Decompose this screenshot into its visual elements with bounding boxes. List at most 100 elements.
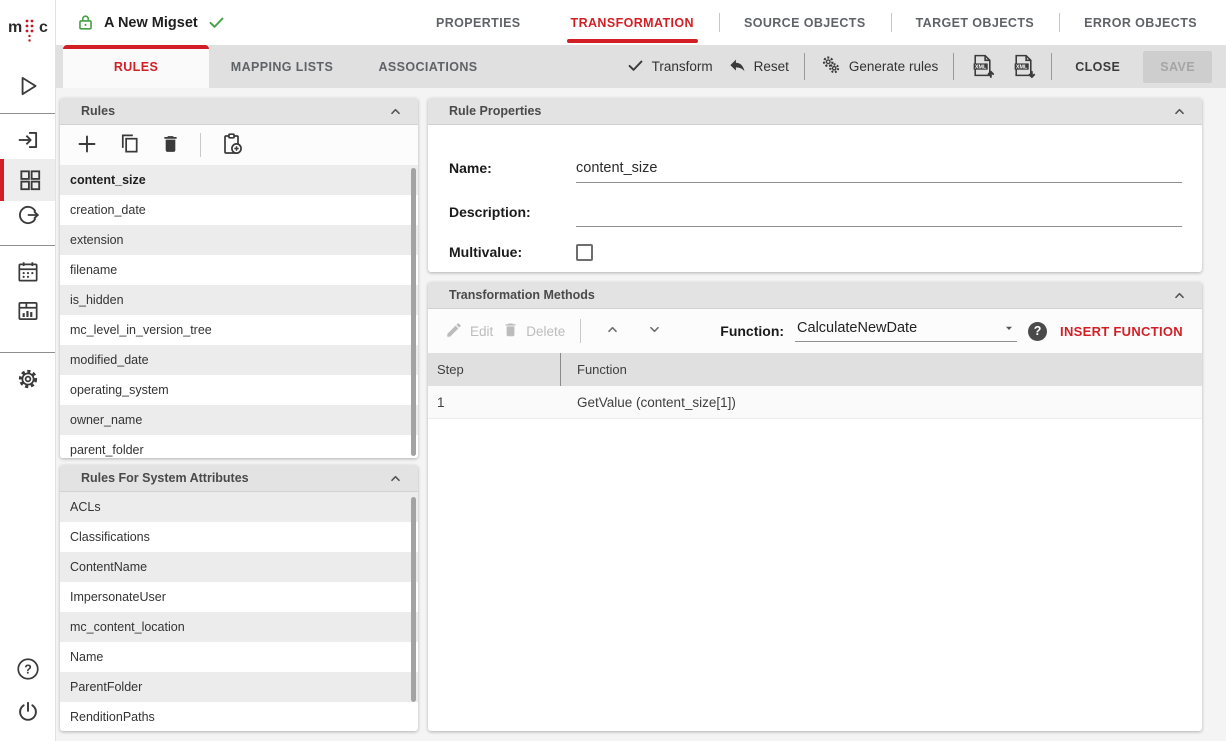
rule-list-item[interactable]: owner_name <box>60 405 418 435</box>
steps-table-header: Step Function <box>428 353 1202 386</box>
rule-list-item[interactable]: modified_date <box>60 345 418 375</box>
right-column: Rule Properties Name: content_size Descr… <box>428 98 1202 731</box>
rules-panel: Rules content_sizecreation_dateextension… <box>60 98 418 458</box>
sub-tab[interactable]: ASSOCIATIONS <box>355 45 501 88</box>
sidebar-item-dashboard[interactable] <box>14 297 42 325</box>
rule-list-item[interactable]: content_size <box>60 165 418 195</box>
top-tab[interactable]: ERROR OBJECTS <box>1059 0 1222 45</box>
left-column: Rules content_sizecreation_dateextension… <box>60 98 418 731</box>
system-rules-list: ACLsClassificationsContentNameImpersonat… <box>60 492 418 731</box>
top-bar: A New Migset PROPERTIESTRANSFORMATIONSOU… <box>56 0 1226 45</box>
report-icon <box>15 298 41 324</box>
rule-list-item[interactable]: operating_system <box>60 375 418 405</box>
export-xml-button[interactable]: XML <box>969 54 995 80</box>
sidebar-item-importers[interactable] <box>14 126 42 154</box>
rule-list-item[interactable]: is_hidden <box>60 285 418 315</box>
rules-toolbar <box>60 125 418 165</box>
check-icon <box>207 13 226 32</box>
function-help-icon[interactable]: ? <box>1028 322 1047 341</box>
multivalue-checkbox[interactable] <box>576 244 593 261</box>
app-logo[interactable]: m c <box>0 8 55 48</box>
function-cell: GetValue (content_size[1]) <box>560 395 1202 410</box>
trash-icon <box>502 321 519 341</box>
gears-icon <box>820 54 842 79</box>
move-step-down-button[interactable] <box>638 321 671 341</box>
save-button[interactable]: SAVE <box>1143 51 1212 83</box>
rule-properties-header[interactable]: Rule Properties <box>428 98 1202 125</box>
system-rule-list-item[interactable]: Classifications <box>60 522 418 552</box>
system-rule-list-item[interactable]: ACLs <box>60 492 418 522</box>
multivalue-row: Multivalue: <box>449 231 1182 272</box>
chevron-up-icon[interactable] <box>1171 103 1188 120</box>
step-table-row[interactable]: 1 GetValue (content_size[1]) <box>428 386 1202 419</box>
export-circle-icon <box>15 202 41 228</box>
top-tab[interactable]: TRANSFORMATION <box>546 0 719 45</box>
rules-list-scrollbar[interactable] <box>411 168 416 456</box>
description-field[interactable] <box>576 203 1182 227</box>
paste-rule-button[interactable] <box>220 132 244 159</box>
insert-function-button[interactable]: INSERT FUNCTION <box>1058 320 1185 343</box>
rule-list-item[interactable]: filename <box>60 255 418 285</box>
rule-list-item[interactable]: mc_level_in_version_tree <box>60 315 418 345</box>
rule-list-item[interactable]: extension <box>60 225 418 255</box>
plus-icon <box>75 132 99 159</box>
move-step-up-button[interactable] <box>596 321 629 341</box>
sub-tab[interactable]: MAPPING LISTS <box>209 45 355 88</box>
sidebar-item-logout[interactable] <box>14 698 42 726</box>
step-column-header: Step <box>428 353 560 386</box>
top-tab[interactable]: TARGET OBJECTS <box>891 0 1060 45</box>
delete-rule-button[interactable] <box>160 133 181 157</box>
sidebar-item-migsets[interactable] <box>0 159 55 201</box>
rule-list-item[interactable]: parent_folder <box>60 435 418 458</box>
chevron-up-icon[interactable] <box>387 103 404 120</box>
system-rule-list-item[interactable]: ContentName <box>60 552 418 582</box>
app-root: m c <box>0 0 1226 741</box>
top-tabs: PROPERTIESTRANSFORMATIONSOURCE OBJECTSTA… <box>411 0 1226 45</box>
sidebar-item-exporters[interactable] <box>14 201 42 229</box>
system-rule-list-item[interactable]: ParentFolder <box>60 672 418 702</box>
delete-step-button[interactable]: Delete <box>502 321 565 341</box>
pencil-icon <box>445 321 463 342</box>
system-rules-panel-header[interactable]: Rules For System Attributes <box>60 465 418 492</box>
transformation-methods-header[interactable]: Transformation Methods <box>428 282 1202 309</box>
xml-upload-icon: XML <box>970 53 995 81</box>
system-rules-list-scrollbar[interactable] <box>411 497 416 702</box>
edit-step-button[interactable]: Edit <box>445 321 493 342</box>
system-rule-list-item[interactable]: mc_content_location <box>60 612 418 642</box>
name-label: Name: <box>449 160 576 183</box>
function-label: Function: <box>720 323 784 339</box>
sidebar-item-help[interactable]: ? <box>14 655 42 683</box>
toolbar-divider <box>1051 53 1052 80</box>
name-row: Name: content_size <box>449 139 1182 183</box>
steps-table: 1 GetValue (content_size[1]) <box>428 386 1202 419</box>
rule-list-item[interactable]: creation_date <box>60 195 418 225</box>
sidebar-item-run[interactable] <box>14 72 42 100</box>
chevron-up-icon[interactable] <box>1171 287 1188 304</box>
add-rule-button[interactable] <box>75 132 99 159</box>
transformation-methods-panel: Transformation Methods Edit Delete <box>428 282 1202 731</box>
power-icon <box>15 699 41 725</box>
transformation-methods-title: Transformation Methods <box>449 288 595 302</box>
system-rule-list-item[interactable]: ImpersonateUser <box>60 582 418 612</box>
sidebar-item-settings[interactable] <box>14 365 42 393</box>
sidebar-item-scheduler[interactable] <box>14 258 42 286</box>
function-select[interactable]: CalculateNewDate <box>795 320 1017 342</box>
top-tab[interactable]: PROPERTIES <box>411 0 546 45</box>
rules-panel-title: Rules <box>81 104 115 118</box>
close-button[interactable]: CLOSE <box>1067 52 1128 82</box>
import-xml-button[interactable]: XML <box>1010 54 1036 80</box>
generate-rules-button[interactable]: Generate rules <box>820 54 938 79</box>
rules-panel-header[interactable]: Rules <box>60 98 418 125</box>
svg-text:XML: XML <box>1016 64 1028 70</box>
system-rule-list-item[interactable]: Name <box>60 642 418 672</box>
chevron-up-icon[interactable] <box>387 470 404 487</box>
system-rule-list-item[interactable]: RenditionPaths <box>60 702 418 731</box>
top-tab[interactable]: SOURCE OBJECTS <box>719 0 891 45</box>
sub-tab[interactable]: RULES <box>63 45 209 88</box>
name-field[interactable]: content_size <box>576 159 1182 183</box>
migset-title: A New Migset <box>104 15 198 31</box>
toolbar-divider <box>804 53 805 80</box>
copy-rule-button[interactable] <box>118 132 141 158</box>
transform-button[interactable]: Transform <box>626 56 713 78</box>
reset-button[interactable]: Reset <box>728 56 789 78</box>
